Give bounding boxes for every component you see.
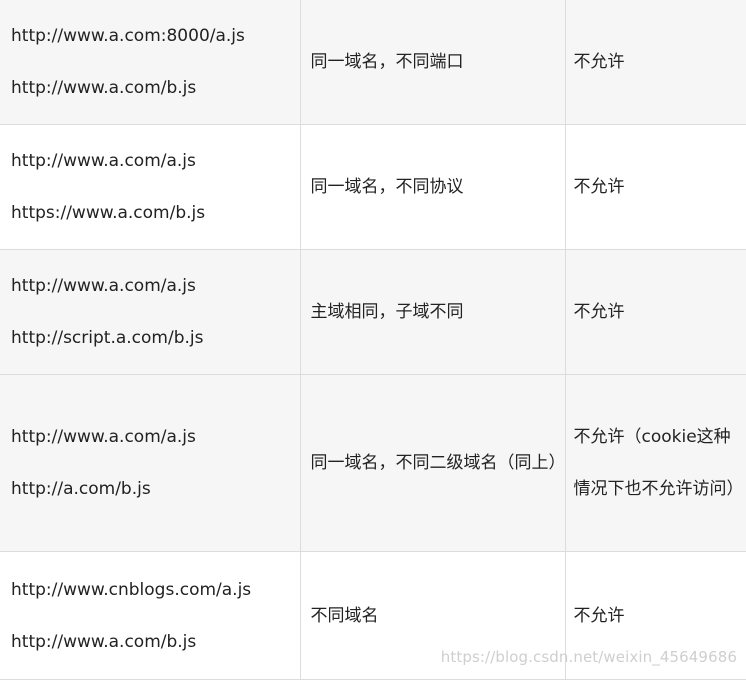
url-a: http://www.a.com:8000/a.js — [11, 25, 245, 46]
url-b: http://script.a.com/b.js — [11, 328, 204, 348]
description-cell: 同一域名，不同二级域名（同上） — [299, 374, 566, 552]
url-cell: http://www.a.com/a.js https://www.a.com/… — [0, 124, 301, 250]
url-b: http://www.a.com/b.js — [11, 631, 197, 652]
url-cell: http://www.a.com:8000/a.js http://www.a.… — [0, 0, 301, 125]
url-cell: http://www.cnblogs.com/a.js http://www.a… — [0, 551, 301, 680]
result-cell: 不允许 — [564, 124, 746, 250]
table-row: http://www.a.com/a.js https://www.a.com/… — [0, 124, 746, 250]
description-cell: 主域相同，子域不同 — [299, 249, 566, 375]
watermark-text: https://blog.csdn.net/weixin_45649686 — [440, 648, 737, 666]
url-a: http://www.a.com/a.js — [11, 427, 196, 447]
result-cell: 不允许 — [564, 249, 746, 375]
url-cell: http://www.a.com/a.js http://a.com/b.js — [0, 374, 301, 552]
url-a: http://www.a.com/a.js — [11, 276, 196, 296]
result-note: 不允许（cookie这种情况下也不允许访问） — [573, 427, 744, 499]
url-a: http://www.a.com/a.js — [11, 151, 196, 171]
url-a: http://www.cnblogs.com/a.js — [11, 579, 252, 600]
table-row: http://www.a.com:8000/a.js http://www.a.… — [0, 0, 746, 125]
url-b: https://www.a.com/b.js — [11, 203, 206, 223]
url-b: http://a.com/b.js — [11, 479, 151, 499]
table-row: http://www.a.com/a.js http://a.com/b.js … — [0, 374, 746, 552]
description-cell: 同一域名，不同端口 — [299, 0, 566, 125]
url-cell: http://www.a.com/a.js http://script.a.co… — [0, 249, 301, 375]
url-b: http://www.a.com/b.js — [11, 77, 197, 98]
result-cell: 不允许 — [564, 0, 746, 125]
table-row: http://www.a.com/a.js http://script.a.co… — [0, 249, 746, 375]
result-cell: 不允许（cookie这种情况下也不允许访问） — [564, 374, 746, 552]
cross-origin-table: http://www.a.com:8000/a.js http://www.a.… — [0, 0, 746, 680]
description-cell: 同一域名，不同协议 — [299, 124, 566, 250]
